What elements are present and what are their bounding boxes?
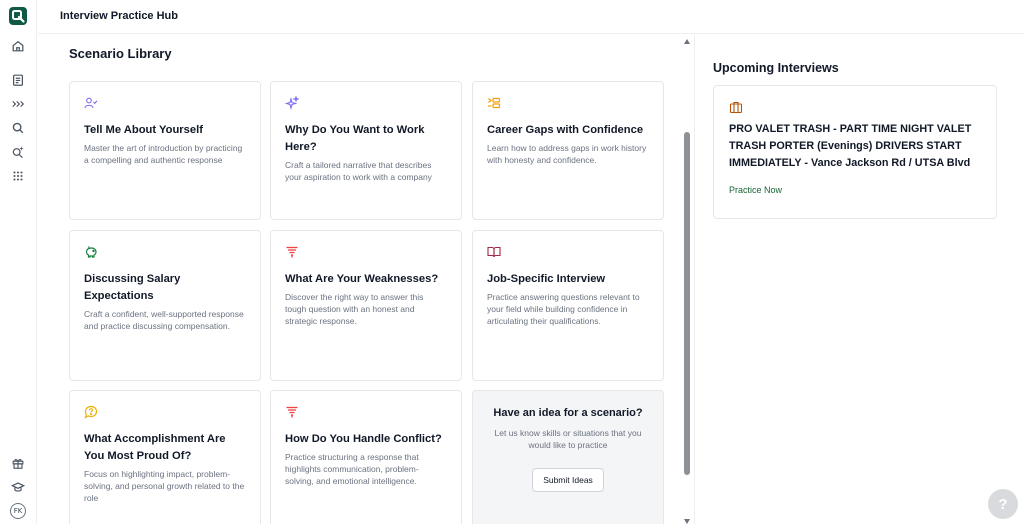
scenario-library-panel: Scenario Library Tell Me About Yourself … (38, 35, 694, 524)
top-bar: Interview Practice Hub (38, 0, 1024, 34)
list-arrow-icon (487, 96, 501, 110)
section-title: Scenario Library (69, 46, 172, 61)
upcoming-interviews-title: Upcoming Interviews (713, 61, 839, 75)
scroll-down-arrow-icon[interactable] (684, 519, 690, 524)
scenario-description: Learn how to address gaps in work histor… (487, 143, 647, 165)
scenario-description: Master the art of introduction by practi… (84, 143, 243, 165)
scenario-title: Why Do You Want to Work Here? (285, 124, 425, 153)
user-avatar[interactable]: FK (10, 503, 26, 519)
app-logo-icon[interactable] (9, 7, 27, 25)
scenario-description: Discover the right way to answer this to… (285, 292, 424, 326)
scenario-title: How Do You Handle Conflict? (285, 433, 442, 445)
user-check-icon (84, 96, 98, 110)
home-icon[interactable] (10, 38, 26, 54)
graduation-cap-icon[interactable] (10, 479, 26, 495)
scenario-title: Discussing Salary Expectations (84, 273, 181, 302)
scenario-card[interactable]: What Are Your Weaknesses? Discover the r… (270, 230, 462, 381)
scenario-title: Job-Specific Interview (487, 273, 606, 285)
scenario-description: Practice structuring a response that hig… (285, 452, 419, 486)
scenario-description: Practice answering questions relevant to… (487, 292, 640, 326)
search-sparkle-icon[interactable] (10, 144, 26, 160)
panel-divider (694, 35, 695, 524)
scenario-description: Craft a tailored narrative that describe… (285, 160, 432, 182)
briefcase-icon (729, 100, 743, 114)
scrollbar-thumb[interactable] (684, 132, 690, 475)
book-open-icon (487, 245, 501, 259)
gift-icon[interactable] (10, 455, 26, 471)
scroll-up-arrow-icon[interactable] (684, 39, 690, 44)
scenario-card[interactable]: Tell Me About Yourself Master the art of… (69, 81, 261, 220)
main-scrollbar[interactable] (683, 35, 692, 524)
clipboard-icon[interactable] (10, 72, 26, 88)
practice-now-link[interactable]: Practice Now (729, 185, 982, 195)
scenario-card[interactable]: Job-Specific Interview Practice answerin… (472, 230, 664, 381)
scenario-card[interactable]: Why Do You Want to Work Here? Craft a ta… (270, 81, 462, 220)
chevrons-right-icon[interactable] (10, 96, 26, 112)
filter-funnel-icon (285, 245, 299, 259)
scenario-title: What Accomplishment Are You Most Proud O… (84, 433, 226, 462)
scenario-title: Career Gaps with Confidence (487, 124, 644, 136)
interview-title: PRO VALET TRASH - PART TIME NIGHT VALET … (729, 123, 972, 169)
scenario-card[interactable]: How Do You Handle Conflict? Practice str… (270, 390, 462, 524)
submit-ideas-button[interactable]: Submit Ideas (532, 468, 604, 492)
scenario-title: What Are Your Weaknesses? (285, 273, 439, 285)
scenario-card[interactable]: What Accomplishment Are You Most Proud O… (69, 390, 261, 524)
scenario-title: Tell Me About Yourself (84, 124, 203, 136)
message-question-icon (84, 405, 98, 419)
search-icon[interactable] (10, 120, 26, 136)
idea-description: Let us know skills or situations that yo… (494, 428, 642, 450)
left-rail: FK (0, 0, 37, 524)
scenario-card[interactable]: Career Gaps with Confidence Learn how to… (472, 81, 664, 220)
scenario-description: Craft a confident, well-supported respon… (84, 309, 244, 331)
apps-grid-icon[interactable] (10, 168, 26, 184)
piggy-bank-icon (84, 245, 98, 259)
app-title: Interview Practice Hub (60, 10, 178, 22)
filter-funnel-icon (285, 405, 299, 419)
idea-title: Have an idea for a scenario? (493, 407, 643, 419)
idea-card: Have an idea for a scenario? Let us know… (472, 390, 664, 524)
help-button[interactable]: ? (988, 489, 1018, 519)
scenario-card[interactable]: Discussing Salary Expectations Craft a c… (69, 230, 261, 381)
sparkles-icon (284, 95, 300, 111)
scenario-description: Focus on highlighting impact, problem-so… (84, 469, 245, 503)
interview-card[interactable]: PRO VALET TRASH - PART TIME NIGHT VALET … (713, 85, 997, 219)
